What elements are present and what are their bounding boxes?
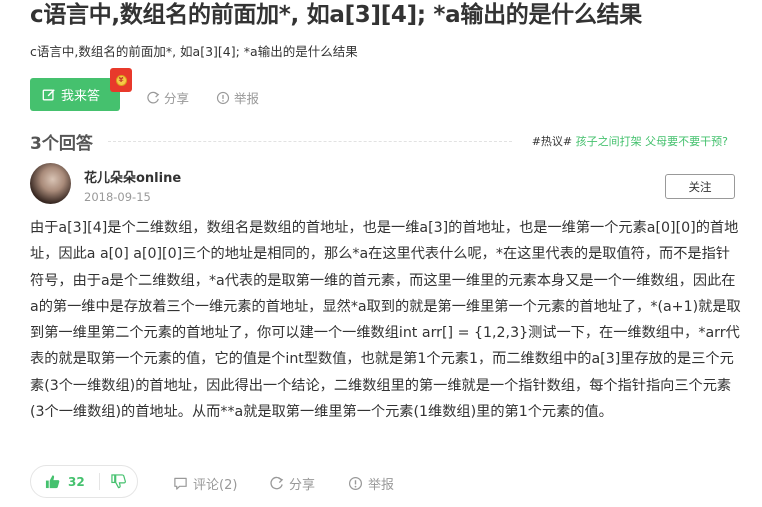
answer-report-button[interactable]: 举报 [348,474,394,493]
thumbs-up-icon [45,475,60,489]
vote-widget: 32 [30,465,138,498]
report-button[interactable]: 举报 [216,88,259,107]
hot-tag: #热议# [531,135,573,148]
divider [108,141,512,142]
answer-username[interactable]: 花儿朵朵online [84,167,181,186]
like-button[interactable]: 32 [31,474,99,489]
answer-button-label: 我来答 [61,89,101,104]
comment-button[interactable]: 评论(2) [173,474,237,493]
report-label: 举报 [234,91,260,106]
question-title: c语言中,数组名的前面加*, 如a[3][4]; *a输出的是什么结果 [30,2,642,28]
share-label: 分享 [164,91,190,106]
answer-date: 2018-09-15 [84,190,151,204]
red-packet-icon: ¥ [110,68,132,92]
answer-report-label: 举报 [368,478,395,493]
answer-text: 由于a[3][4]是个二维数组，数组名是数组的首地址，也是一维a[3]的首地址，… [30,220,741,421]
answer-share-label: 分享 [289,478,316,493]
like-count: 32 [68,474,85,489]
edit-icon [42,88,55,100]
share-icon [270,476,284,490]
question-subtitle: c语言中,数组名的前面加*, 如a[3][4]; *a输出的是什么结果 [30,44,358,59]
answer-share-button[interactable]: 分享 [269,474,315,493]
avatar[interactable] [30,163,71,204]
hot-topic-link[interactable]: 孩子之间打架 父母要不要干预? [576,135,728,148]
report-icon [348,476,363,491]
answer-button[interactable]: 我来答 [30,78,120,111]
share-button[interactable]: 分享 [146,88,189,107]
hot-topic: #热议# 孩子之间打架 父母要不要干预? [532,133,728,149]
thumbs-down-icon [111,474,126,489]
report-icon [216,91,230,104]
follow-button[interactable]: 关注 [665,174,735,199]
comment-icon [174,477,187,490]
comment-label: 评论(2) [193,478,238,493]
answers-count: 3个回答 [30,134,93,154]
share-icon [147,91,160,103]
dislike-button[interactable] [100,474,137,489]
